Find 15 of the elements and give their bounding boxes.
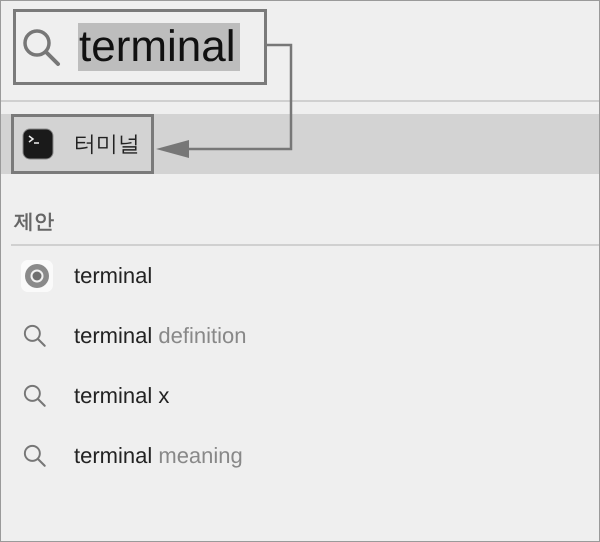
suggestion-text: terminal x	[74, 383, 170, 409]
terminal-icon	[22, 128, 54, 160]
section-title: 제안	[14, 210, 55, 235]
suggestion-text: terminal definition	[74, 323, 246, 349]
search-field[interactable]: terminal	[78, 23, 240, 71]
circle-logo-icon	[20, 259, 54, 293]
suggestion-text: terminal	[74, 263, 152, 289]
search-icon	[21, 27, 61, 67]
suggestion-text: terminal meaning	[74, 443, 243, 469]
suggestion-row[interactable]: terminal x	[1, 366, 599, 426]
suggestion-row[interactable]: terminal	[1, 246, 599, 306]
suggestion-row[interactable]: terminal definition	[1, 306, 599, 366]
suggestion-row[interactable]: terminal meaning	[1, 426, 599, 486]
top-hit-row[interactable]: 터미널	[1, 114, 599, 174]
app-label: 터미널	[74, 130, 140, 158]
